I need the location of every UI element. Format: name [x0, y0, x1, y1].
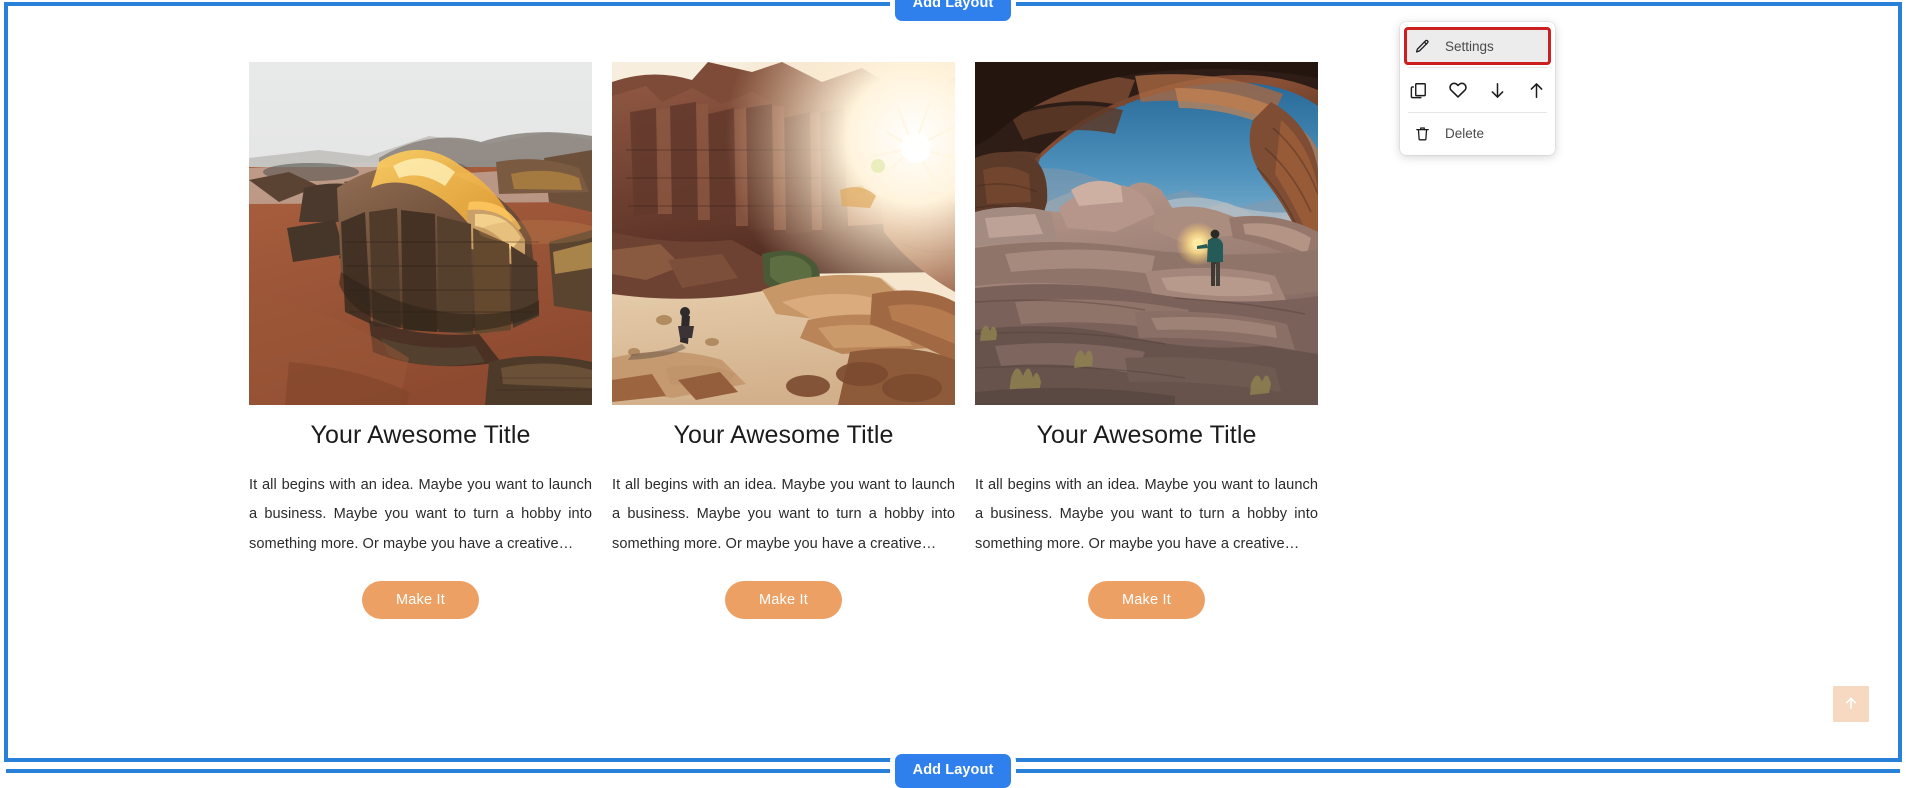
trash-icon [1414, 125, 1431, 142]
card-title: Your Awesome Title [310, 421, 531, 449]
duplicate-icon[interactable] [1409, 81, 1428, 100]
layout-card-grid: Your Awesome Title It all begins with an… [249, 62, 1318, 620]
make-it-button[interactable]: Make It [1088, 580, 1205, 620]
card-cta-wrapper: Make It [249, 580, 592, 620]
card-cta-wrapper: Make It [612, 580, 955, 620]
block-context-menu: Settings Delete [1400, 22, 1555, 155]
menu-icon-row [1400, 71, 1555, 109]
add-layout-button-top[interactable]: Add Layout [894, 0, 1012, 21]
card[interactable]: Your Awesome Title It all begins with an… [249, 62, 592, 620]
card[interactable]: Your Awesome Title It all begins with an… [612, 62, 955, 620]
card[interactable]: Your Awesome Title It all begins with an… [975, 62, 1318, 620]
make-it-button[interactable]: Make It [725, 580, 842, 620]
card-title: Your Awesome Title [673, 421, 894, 449]
make-it-button[interactable]: Make It [362, 580, 479, 620]
heart-icon[interactable] [1448, 80, 1468, 100]
arrow-down-icon[interactable] [1488, 81, 1507, 100]
card-image-3[interactable] [975, 62, 1318, 405]
card-cta-wrapper: Make It [975, 580, 1318, 620]
card-title: Your Awesome Title [1036, 421, 1257, 449]
menu-item-delete-label: Delete [1445, 125, 1485, 141]
menu-divider [1408, 67, 1547, 68]
card-image-2[interactable] [612, 62, 955, 405]
editor-canvas: Add Layout Your Awesome Title It all beg… [0, 0, 1906, 788]
add-layout-button-bottom[interactable]: Add Layout [894, 754, 1012, 788]
arrow-up-icon[interactable] [1527, 81, 1546, 100]
arrow-up-icon [1843, 695, 1859, 714]
scroll-to-top-button[interactable] [1833, 686, 1869, 722]
card-body-text: It all begins with an idea. Maybe you wa… [249, 477, 592, 552]
pencil-icon [1414, 38, 1431, 55]
card-image-1[interactable] [249, 62, 592, 405]
menu-divider [1408, 112, 1547, 113]
card-body-text: It all begins with an idea. Maybe you wa… [612, 477, 955, 552]
menu-item-settings[interactable]: Settings [1404, 27, 1551, 65]
menu-item-settings-label: Settings [1445, 38, 1494, 54]
menu-item-delete[interactable]: Delete [1400, 116, 1555, 150]
card-body-text: It all begins with an idea. Maybe you wa… [975, 477, 1318, 552]
